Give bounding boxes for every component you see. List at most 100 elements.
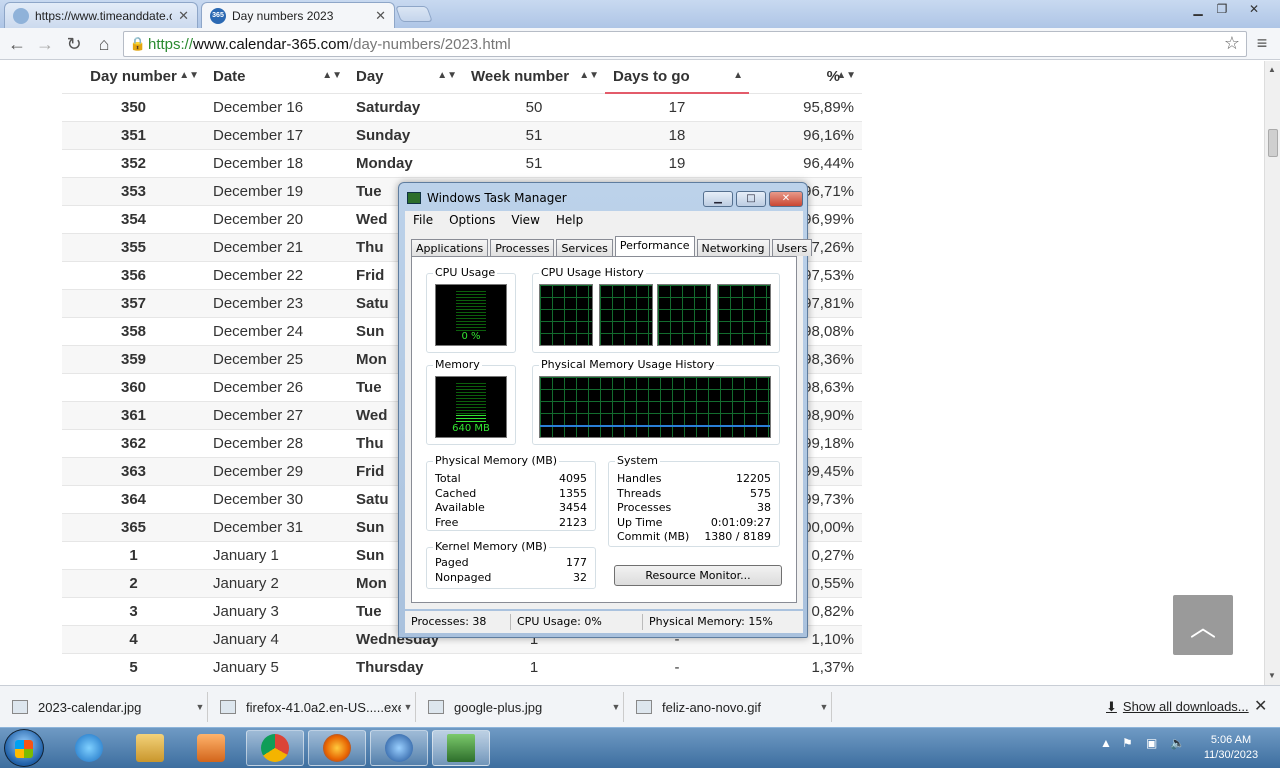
menu-icon[interactable]: ≡ (1254, 34, 1270, 52)
download-item[interactable]: feliz-ano-novo.gif ▼ (626, 692, 832, 722)
back-icon[interactable]: ← (5, 32, 29, 56)
url-scheme: https:// (148, 35, 194, 53)
meter-bars (456, 291, 486, 331)
memory-meter: 640 MB (435, 376, 507, 438)
kernel-memory-row-value: 32 (573, 570, 587, 584)
tab-processes[interactable]: Processes (490, 239, 555, 256)
day-number-cell: 2 (62, 568, 205, 597)
scroll-up-icon[interactable]: ▲ (1268, 65, 1276, 74)
task-manager-window[interactable]: Windows Task Manager ▁ □ ✕ File Options … (398, 182, 813, 638)
tab-networking[interactable]: Networking (696, 239, 770, 256)
system-row-label: Threads (617, 486, 662, 500)
image-file-icon (428, 700, 444, 714)
header-week-number[interactable]: Week number ▲▼ (463, 61, 605, 93)
address-bar[interactable]: 🔒 https:// www.calendar-365.com /day-num… (123, 31, 1247, 57)
tab-applications[interactable]: Applications (411, 239, 489, 256)
menu-file[interactable]: File (413, 213, 433, 227)
week-number-cell: 1 (463, 652, 605, 681)
date-cell: January 2 (205, 568, 348, 597)
taskbar-clock[interactable]: 5:06 AM 11/30/2023 (1196, 733, 1266, 763)
chevron-down-icon[interactable]: ▼ (193, 702, 207, 712)
bookmark-star-icon[interactable]: ☆ (1224, 33, 1240, 54)
taskbar-media-player[interactable] (182, 730, 240, 766)
tab-day-numbers[interactable]: 365 Day numbers 2023 ✕ (201, 2, 395, 28)
kernel-memory-group: Kernel Memory (MB) Paged 177 Nonpaged 32 (426, 540, 596, 589)
close-shelf-icon[interactable]: ✕ (1254, 696, 1267, 716)
menu-help[interactable]: Help (556, 213, 583, 227)
chevron-down-icon[interactable]: ▼ (817, 702, 831, 712)
task-manager-body: Applications Processes Services Performa… (405, 229, 813, 609)
clock-time: 5:06 AM (1210, 734, 1252, 746)
scroll-down-icon[interactable]: ▼ (1268, 671, 1276, 680)
start-button[interactable] (4, 729, 44, 767)
days-to-go-cell: - (605, 652, 749, 681)
home-icon[interactable]: ⌂ (92, 32, 116, 56)
date-cell: January 1 (205, 540, 348, 569)
url-host: www.calendar-365.com (193, 35, 349, 53)
tab-services[interactable]: Services (556, 239, 613, 256)
show-all-downloads-link[interactable]: ⬇ Show all downloads... (1106, 699, 1249, 715)
header-day[interactable]: Day ▲▼ (348, 61, 463, 93)
close-window-icon[interactable]: ✕ (1242, 2, 1266, 18)
page-scrollbar[interactable]: ▲ ▼ (1264, 61, 1280, 685)
action-center-icon[interactable]: ⚑ (1122, 736, 1133, 750)
minimize-button[interactable]: ▁ (703, 191, 733, 207)
forward-icon[interactable]: → (33, 32, 57, 56)
close-tab-icon[interactable]: ✕ (178, 8, 189, 24)
chevron-down-icon[interactable]: ▼ (401, 702, 415, 712)
taskbar-task-manager[interactable] (432, 730, 490, 766)
network-icon[interactable]: ▣ (1146, 736, 1157, 750)
minimize-icon[interactable]: ▁ (1186, 2, 1210, 18)
tab-performance[interactable]: Performance (614, 236, 695, 256)
close-tab-icon[interactable]: ✕ (375, 8, 386, 24)
system-row: Processes 38 (617, 501, 771, 516)
date-cell: December 20 (205, 204, 348, 233)
taskbar-thunderbird[interactable] (370, 730, 428, 766)
scrollbar-thumb[interactable] (1268, 129, 1278, 157)
firefox-icon (323, 734, 351, 762)
close-button[interactable]: ✕ (769, 191, 803, 207)
kernel-memory-label: Kernel Memory (MB) (433, 540, 549, 553)
resource-monitor-button[interactable]: Resource Monitor... (614, 565, 782, 586)
day-number-cell: 1 (62, 540, 205, 569)
system-row: Handles 12205 (617, 472, 771, 487)
cpu-history-group: CPU Usage History (532, 266, 780, 353)
taskbar-file-explorer[interactable] (121, 730, 179, 766)
status-cpu: CPU Usage: 0% (511, 614, 643, 630)
header-percent[interactable]: % ▲▼ (749, 61, 862, 93)
maximize-button[interactable]: □ (736, 191, 766, 207)
volume-icon[interactable]: 🔈 (1170, 736, 1185, 750)
url-path: /day-numbers/2023.html (348, 35, 511, 53)
menu-options[interactable]: Options (449, 213, 495, 227)
header-date[interactable]: Date ▲▼ (205, 61, 348, 93)
new-tab-button[interactable] (395, 6, 433, 22)
back-to-top-button[interactable]: ︿ (1173, 595, 1233, 655)
meter-fill (456, 415, 486, 423)
header-day-number[interactable]: Day number ▲▼ (62, 61, 205, 93)
tray-expand-icon[interactable]: ▲ (1100, 736, 1112, 750)
download-item[interactable]: google-plus.jpg ▼ (418, 692, 624, 722)
header-days-to-go[interactable]: Days to go ▲ (605, 61, 749, 94)
task-manager-titlebar[interactable]: Windows Task Manager (407, 191, 567, 205)
exe-file-icon (220, 700, 236, 714)
tab-timeanddate[interactable]: https://www.timeanddate.com ✕ (4, 2, 198, 28)
download-item[interactable]: 2023-calendar.jpg ▼ (2, 692, 208, 722)
sort-asc-icon: ▲ (733, 70, 743, 81)
reload-icon[interactable]: ↻ (62, 32, 86, 56)
chevron-down-icon[interactable]: ▼ (609, 702, 623, 712)
taskbar-firefox[interactable] (308, 730, 366, 766)
day-number-cell: 353 (62, 176, 205, 205)
system-row-label: Commit (MB) (617, 530, 690, 543)
system-values: Handles 12205 Threads 575 Processes 38 Up Time… (617, 472, 771, 545)
taskbar-internet-explorer[interactable] (60, 730, 118, 766)
tab-users[interactable]: Users (771, 239, 813, 256)
day-number-cell: 359 (62, 344, 205, 373)
restore-icon[interactable]: ❐ (1210, 2, 1234, 18)
cpu-history-graph-4 (717, 284, 771, 346)
taskbar-chrome[interactable] (246, 730, 304, 766)
thunderbird-icon (385, 734, 413, 762)
menu-view[interactable]: View (511, 213, 539, 227)
date-cell: December 31 (205, 512, 348, 541)
date-cell: December 28 (205, 428, 348, 457)
download-item[interactable]: firefox-41.0a2.en-US.....exe ▼ (210, 692, 416, 722)
